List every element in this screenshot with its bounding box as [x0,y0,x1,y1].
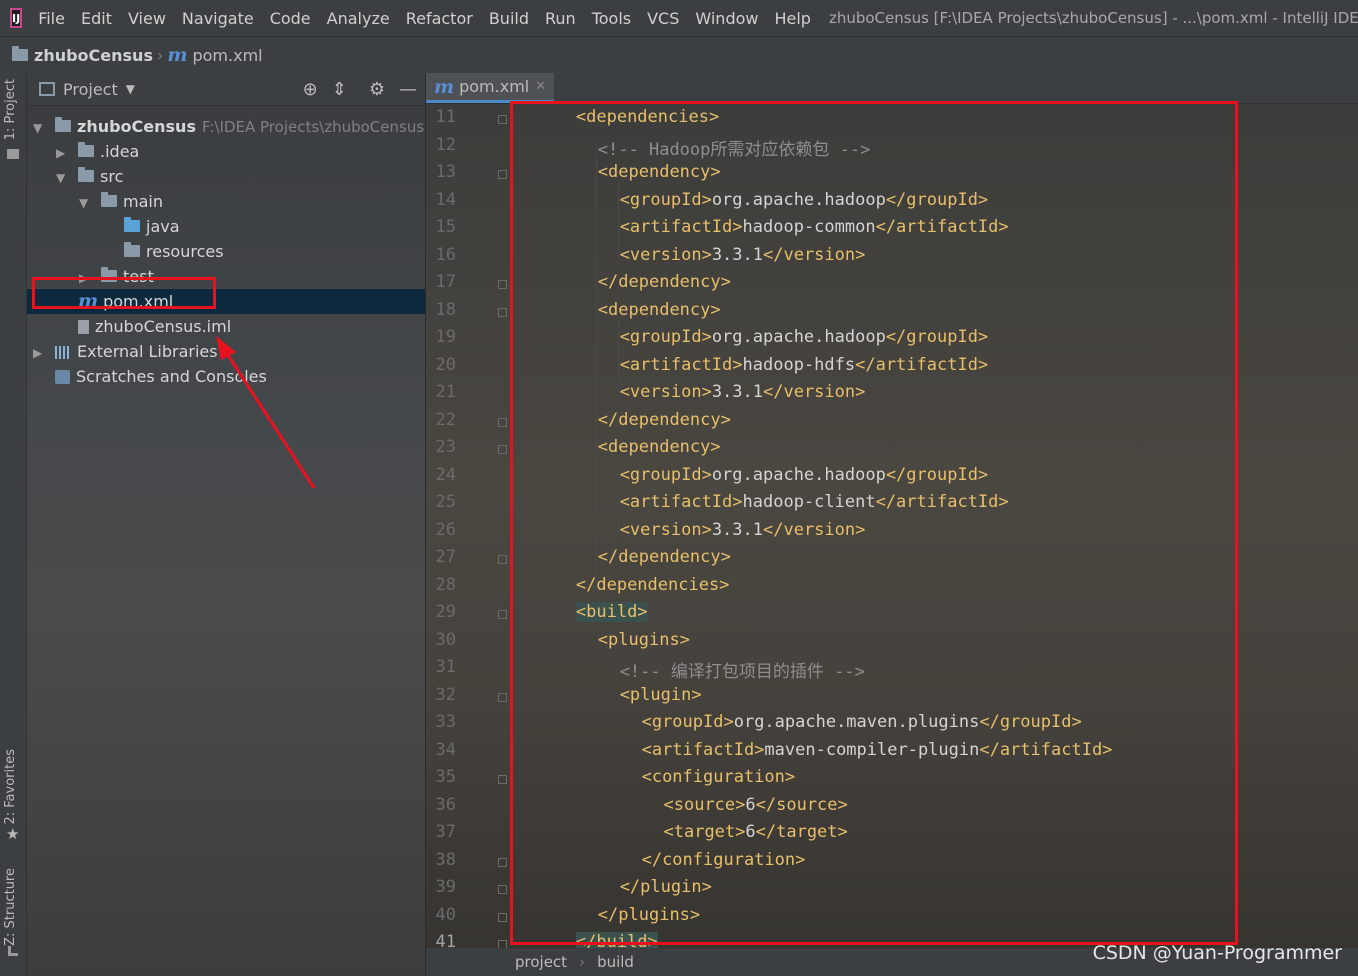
annotation-arrow-head [216,336,236,360]
annotation-arrow [216,336,316,489]
watermark: CSDN @Yuan-Programmer [1092,942,1342,964]
breadcrumb-project[interactable]: project [515,953,567,971]
breadcrumb-build[interactable]: build [597,953,634,971]
chevron-right-icon: › [579,953,586,971]
annotation-arrow-line [224,351,316,489]
